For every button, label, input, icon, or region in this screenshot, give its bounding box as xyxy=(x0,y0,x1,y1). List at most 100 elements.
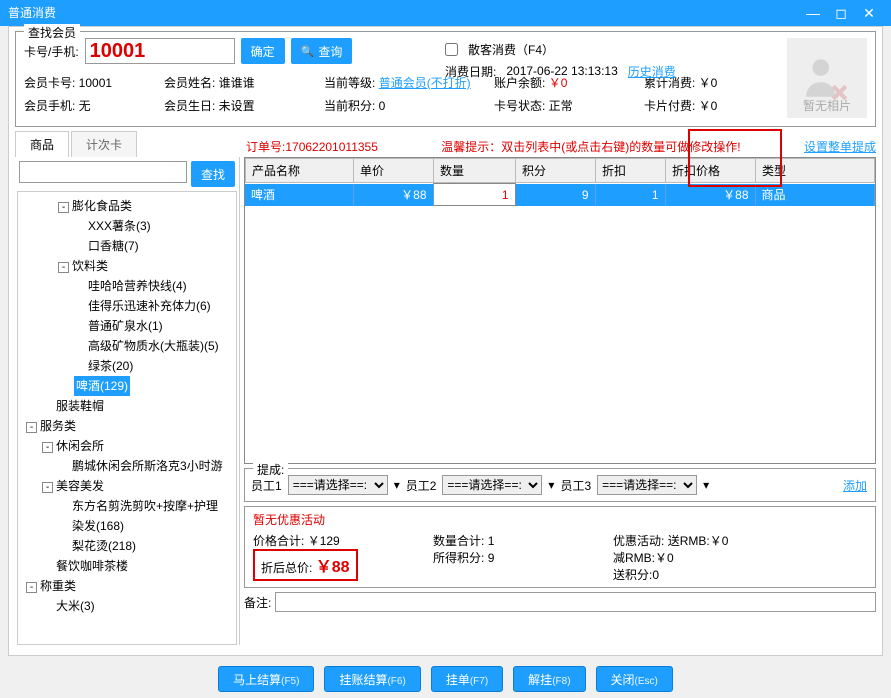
guest-checkbox[interactable] xyxy=(445,43,458,56)
window-controls: — ◻ ✕ xyxy=(799,0,883,26)
tree-leaf[interactable]: 绿茶(20) xyxy=(20,356,234,376)
tree-leaf[interactable]: 鹏城休闲会所斯洛克3小时游 xyxy=(20,456,234,476)
left-panel: 查找 -膨化食品类XXX薯条(3)口香糖(7)-饮料类哇哈哈营养快线(4)佳得乐… xyxy=(15,157,240,645)
set-batch-commission[interactable]: 设置整单提成 xyxy=(804,138,876,155)
minimize-button[interactable]: — xyxy=(799,0,827,26)
tree-toggle-icon[interactable]: - xyxy=(42,482,53,493)
main-panel: 查找会员 卡号/手机: 确定 查询 散客消费（F4） 消费日期: 2017-06… xyxy=(8,26,883,656)
emp2-label: 员工2 xyxy=(406,477,437,494)
card-label: 卡号/手机: xyxy=(24,43,79,60)
tree-toggle-icon[interactable]: - xyxy=(58,262,69,273)
tree-label: 服务类 xyxy=(40,419,76,433)
tree-label: 餐饮咖啡茶楼 xyxy=(42,559,128,573)
tree-label: 染发(168) xyxy=(58,519,124,533)
tree-leaf[interactable]: 梨花烫(218) xyxy=(20,536,234,556)
emp3-label: 员工3 xyxy=(560,477,591,494)
col-header[interactable]: 折扣价格 xyxy=(666,159,756,183)
cell-points: 9 xyxy=(515,184,595,206)
tab-products[interactable]: 商品 xyxy=(15,131,69,157)
tree-branch[interactable]: -膨化食品类 xyxy=(20,196,234,216)
tree-leaf[interactable]: 餐饮咖啡茶楼 xyxy=(20,556,234,576)
checkout-button[interactable]: 马上结算(F5) xyxy=(218,666,314,692)
emp3-select[interactable]: ===请选择==: xyxy=(597,475,697,495)
tabs: 商品 计次卡 xyxy=(15,131,240,157)
info-points: 当前积分: 0 xyxy=(324,97,494,114)
tree-label: 绿茶(20) xyxy=(74,359,133,373)
tree-leaf[interactable]: 哇哈哈营养快线(4) xyxy=(20,276,234,296)
tree-leaf[interactable]: 啤酒(129) xyxy=(20,376,234,396)
after-discount: 折后总价: ￥88 xyxy=(253,549,433,583)
guest-label: 散客消费（F4） xyxy=(468,41,554,58)
remark-input[interactable] xyxy=(275,592,876,612)
remark-row: 备注: xyxy=(244,592,876,612)
info-birthday: 会员生日: 未设置 xyxy=(164,97,324,114)
tree-leaf[interactable]: 染发(168) xyxy=(20,516,234,536)
col-header[interactable]: 折扣 xyxy=(596,159,666,183)
tree-label: 东方名剪洗剪吹+按摩+护理 xyxy=(58,499,218,513)
tree-label: 大米(3) xyxy=(42,599,95,613)
price-total: 价格合计: ￥129 xyxy=(253,532,433,549)
cell-qty[interactable]: 1 xyxy=(433,184,515,206)
card-input[interactable] xyxy=(85,38,235,64)
tree-toggle-icon[interactable]: - xyxy=(42,442,53,453)
tree-leaf[interactable]: 普通矿泉水(1) xyxy=(20,316,234,336)
commission-legend: 提成: xyxy=(253,461,288,478)
cell-price: ￥88 xyxy=(353,184,433,206)
credit-checkout-button[interactable]: 挂账结算(F6) xyxy=(324,666,420,692)
tree-label: 服装鞋帽 xyxy=(42,399,104,413)
order-hint: 温馨提示：双击列表中(或点击右键)的数量可做修改操作! xyxy=(441,138,740,155)
category-tree[interactable]: -膨化食品类XXX薯条(3)口香糖(7)-饮料类哇哈哈营养快线(4)佳得乐迅速补… xyxy=(17,191,237,645)
emp1-label: 员工1 xyxy=(251,477,282,494)
commission-fieldset: 提成: 员工1 ===请选择==: ▾ 员工2 ===请选择==: ▾ 员工3 … xyxy=(244,468,876,502)
emp1-select[interactable]: ===请选择==: xyxy=(288,475,388,495)
col-header[interactable]: 单价 xyxy=(354,159,434,183)
product-search-input[interactable] xyxy=(19,161,187,183)
points-earned: 所得积分: 9 xyxy=(433,549,613,583)
cell-type: 商品 xyxy=(755,184,875,206)
tree-leaf[interactable]: 东方名剪洗剪吹+按摩+护理 xyxy=(20,496,234,516)
tree-branch[interactable]: -饮料类 xyxy=(20,256,234,276)
tree-branch[interactable]: -休闲会所 xyxy=(20,436,234,456)
table-row[interactable]: 啤酒 ￥88 1 9 1 ￥88 商品 xyxy=(245,184,875,206)
col-header[interactable]: 积分 xyxy=(516,159,596,183)
footer-buttons: 马上结算(F5) 挂账结算(F6) 挂单(F7) 解挂(F8) 关闭(Esc) xyxy=(0,666,891,692)
no-activity: 暂无优惠活动 xyxy=(253,511,867,528)
tree-leaf[interactable]: XXX薯条(3) xyxy=(20,216,234,236)
product-search-button[interactable]: 查找 xyxy=(191,161,235,187)
query-button[interactable]: 查询 xyxy=(291,38,353,64)
tree-leaf[interactable]: 佳得乐迅速补充体力(6) xyxy=(20,296,234,316)
member-search-fieldset: 查找会员 卡号/手机: 确定 查询 散客消费（F4） 消费日期: 2017-06… xyxy=(15,31,876,127)
tree-toggle-icon[interactable]: - xyxy=(26,422,37,433)
tree-label: 梨花烫(218) xyxy=(58,539,136,553)
tree-branch[interactable]: -服务类 xyxy=(20,416,234,436)
add-employee-link[interactable]: 添加 xyxy=(843,477,867,494)
order-number: 订单号:17062201011355 xyxy=(246,138,378,155)
close-dialog-button[interactable]: 关闭(Esc) xyxy=(596,666,673,692)
col-header[interactable]: 产品名称 xyxy=(246,159,354,183)
col-header[interactable]: 数量 xyxy=(434,159,516,183)
tree-toggle-icon[interactable]: - xyxy=(58,202,69,213)
tab-count-card[interactable]: 计次卡 xyxy=(71,131,137,157)
tree-leaf[interactable]: 服装鞋帽 xyxy=(20,396,234,416)
items-grid: 产品名称单价数量积分折扣折扣价格类型 啤酒 ￥88 1 9 1 ￥88 商品 xyxy=(244,157,876,464)
resume-order-button[interactable]: 解挂(F8) xyxy=(513,666,585,692)
tree-branch[interactable]: -称重类 xyxy=(20,576,234,596)
history-link[interactable]: 历史消费 xyxy=(628,63,676,80)
maximize-button[interactable]: ◻ xyxy=(827,0,855,26)
cell-discount: 1 xyxy=(595,184,665,206)
hold-order-button[interactable]: 挂单(F7) xyxy=(431,666,503,692)
tree-label: 膨化食品类 xyxy=(72,199,132,213)
window-title: 普通消费 xyxy=(8,0,56,26)
remark-label: 备注: xyxy=(244,594,271,611)
tree-branch[interactable]: -美容美发 xyxy=(20,476,234,496)
tree-leaf[interactable]: 口香糖(7) xyxy=(20,236,234,256)
close-button[interactable]: ✕ xyxy=(855,0,883,26)
tree-leaf[interactable]: 大米(3) xyxy=(20,596,234,616)
confirm-button[interactable]: 确定 xyxy=(241,38,285,64)
info-card-no: 会员卡号: 10001 xyxy=(24,74,164,91)
emp2-select[interactable]: ===请选择==: xyxy=(442,475,542,495)
tree-leaf[interactable]: 高级矿物质水(大瓶装)(5) xyxy=(20,336,234,356)
col-header[interactable]: 类型 xyxy=(756,159,875,183)
tree-toggle-icon[interactable]: - xyxy=(26,582,37,593)
top-right-area: 散客消费（F4） 消费日期: 2017-06-22 13:13:13 历史消费 xyxy=(445,38,775,82)
